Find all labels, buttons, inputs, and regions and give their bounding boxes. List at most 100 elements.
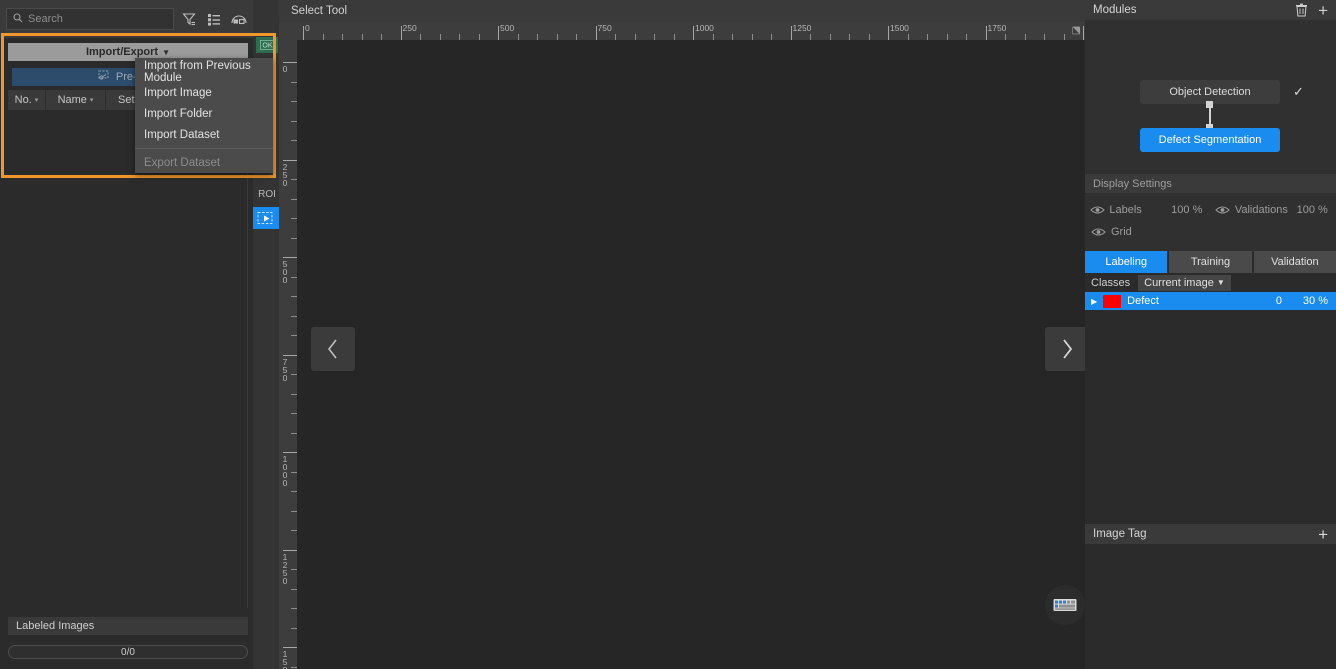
ruler-label: 1000	[282, 454, 288, 488]
trash-icon[interactable]	[1295, 3, 1308, 17]
display-value-labels[interactable]: 100 %	[1171, 204, 1210, 216]
labeled-images-bar: Labeled Images	[8, 617, 248, 635]
search-input[interactable]: Search	[6, 8, 174, 30]
ruler-label: 500	[282, 259, 288, 285]
classes-toolbar: Classes Current image ▼	[1085, 273, 1336, 292]
ruler-tick-major	[498, 26, 499, 40]
expander-icon[interactable]: ▶	[1091, 297, 1097, 306]
canvas-title-label: Select Tool	[291, 5, 348, 17]
canvas-title: Select Tool	[279, 0, 1085, 22]
plus-icon[interactable]: +	[1318, 526, 1328, 543]
display-label-validations: Validations	[1234, 204, 1288, 216]
filter-icon[interactable]	[178, 8, 200, 30]
chevron-left-icon	[327, 339, 337, 359]
ruler-tick-major	[283, 647, 297, 648]
eye-icon[interactable]	[1210, 205, 1234, 215]
tab-label: Validation	[1271, 256, 1319, 268]
menu-item-import-dataset[interactable]: Import Dataset	[135, 124, 273, 145]
ruler-tick-major	[283, 159, 297, 161]
display-label-grid: Grid	[1111, 226, 1132, 238]
column-header-name[interactable]: Name ▾	[46, 90, 106, 110]
roi-text: ROI	[258, 188, 276, 200]
modules-title: Modules	[1093, 4, 1137, 16]
modules-graph[interactable]: Object Detection Defect Segmentation ✓	[1085, 20, 1336, 174]
menu-separator	[135, 148, 273, 149]
tab-labeling[interactable]: Labeling	[1085, 251, 1168, 273]
display-settings-title: Display Settings	[1093, 177, 1172, 190]
image-table-body[interactable]	[8, 110, 248, 608]
svg-text:OK: OK	[262, 43, 272, 50]
application-window: Search Import/Export ▼ No. ▾ Name ▾ Set …	[0, 0, 1336, 669]
right-panel: Modules + Object Detection Defect Segmen…	[1085, 0, 1336, 669]
ruler-label: 1250	[282, 551, 288, 586]
image-tag-title: Image Tag	[1093, 528, 1147, 540]
chevron-down-icon: ▼	[1216, 278, 1225, 287]
module-node-label: Defect Segmentation	[1158, 134, 1262, 146]
ruler-tick-major	[693, 26, 694, 40]
ruler-label: 750	[597, 23, 612, 33]
image-canvas[interactable]	[297, 40, 1089, 669]
ruler-label: 0	[282, 64, 288, 74]
previous-image-button[interactable]	[311, 327, 355, 371]
run-roi-icon[interactable]	[253, 207, 279, 229]
next-image-button[interactable]	[1045, 327, 1089, 371]
class-row-defect[interactable]: ▶ Defect 0 30 %	[1085, 292, 1336, 310]
import-export-label: Import/Export	[85, 46, 159, 58]
menu-item-label: Import from Previous Module	[144, 59, 251, 84]
display-settings-header: Display Settings	[1085, 174, 1336, 193]
chevron-down-icon: ▾	[89, 97, 94, 104]
tab-validation[interactable]: Validation	[1253, 251, 1336, 273]
ruler-tick-major	[283, 257, 297, 258]
labeled-images-progress-value: 0/0	[121, 646, 135, 658]
ruler-tick-major	[888, 26, 889, 40]
ruler-tick-major	[283, 354, 297, 356]
ruler-tick-major	[790, 26, 792, 40]
class-scope-label: Current image	[1144, 276, 1214, 289]
roi-label[interactable]: ROI	[254, 186, 280, 202]
ok-button[interactable]: OK	[256, 37, 278, 53]
menu-item-import-folder[interactable]: Import Folder	[135, 103, 273, 124]
tab-training[interactable]: Training	[1169, 251, 1252, 273]
menu-item-export-dataset: Export Dataset	[135, 152, 273, 173]
class-color-swatch[interactable]	[1103, 294, 1122, 308]
class-name: Defect	[1127, 295, 1159, 307]
eye-icon[interactable]	[1085, 227, 1111, 237]
thumbnail-view-icon[interactable]	[228, 8, 250, 30]
ruler-tick-major	[303, 26, 304, 40]
ruler-tick-major	[400, 26, 402, 40]
classes-list-body[interactable]	[1085, 310, 1336, 516]
ruler-tick-major	[283, 62, 297, 63]
image-tag-body[interactable]	[1085, 544, 1336, 669]
chevron-down-icon: ▾	[34, 97, 39, 104]
menu-item-label: Import Dataset	[144, 128, 220, 141]
class-scope-selector[interactable]: Current image ▼	[1138, 274, 1231, 291]
ruler-label: 0	[305, 23, 310, 33]
ruler-label: 1500	[282, 649, 288, 669]
import-export-dropdown-menu[interactable]: Import from Previous Module Import Image…	[135, 58, 273, 173]
plus-icon[interactable]: +	[1318, 2, 1328, 19]
tab-label: Training	[1190, 256, 1231, 268]
view-tool-icons	[178, 8, 250, 30]
menu-item-import-image[interactable]: Import Image	[135, 82, 273, 103]
ruler-label: 1500	[890, 23, 909, 33]
display-label-labels: Labels	[1109, 204, 1142, 216]
pretrain-icon	[98, 70, 110, 84]
ruler-tick-major	[595, 26, 597, 40]
search-icon	[13, 12, 23, 26]
column-header-no[interactable]: No. ▾	[8, 90, 46, 110]
ruler-label: 750	[282, 356, 288, 383]
display-value-validations[interactable]: 100 %	[1297, 204, 1336, 216]
module-node-defect-segmentation[interactable]: Defect Segmentation	[1140, 128, 1280, 152]
vertical-ruler: 0 250 500 750 1000 1250 1500	[279, 40, 297, 669]
display-row-labels-validations: Labels 100 % Validations 100 %	[1085, 199, 1336, 221]
ruler-label: 1750	[987, 23, 1007, 33]
list-view-icon[interactable]	[203, 8, 225, 30]
chevron-down-icon: ▼	[162, 47, 171, 57]
eye-icon[interactable]	[1085, 205, 1109, 215]
column-header-set-label: Set	[117, 94, 135, 106]
tab-label: Labeling	[1105, 256, 1147, 268]
keyboard-shortcuts-icon[interactable]	[1045, 585, 1085, 625]
menu-item-import-from-previous-module[interactable]: Import from Previous Module	[135, 59, 273, 84]
ruler-label: 250	[282, 161, 288, 188]
ok-icon: OK	[260, 40, 274, 50]
